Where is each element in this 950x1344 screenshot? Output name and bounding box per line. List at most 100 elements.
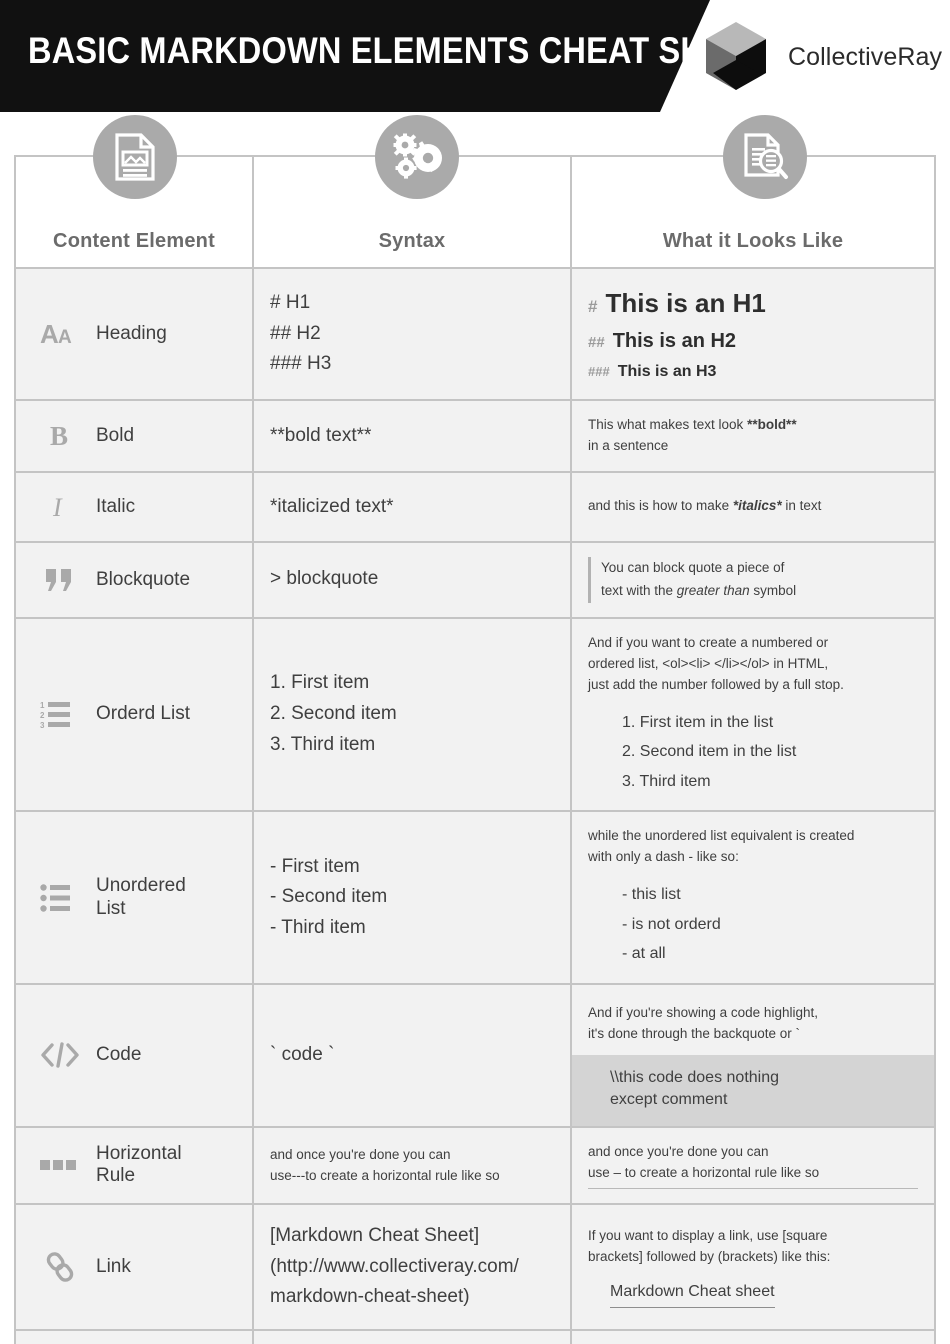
row-syntax-text: [Markdown Cheat Sheet] (http://www.colle… <box>270 1224 519 1308</box>
page-header: BASIC MARKDOWN ELEMENTS CHEAT SHEET Coll… <box>0 0 950 112</box>
row-preview-cell: And if you're showing a code highlight, … <box>572 985 934 1126</box>
row-element-label: Italic <box>96 495 136 517</box>
preview-bold: This what makes text look **bold** in a … <box>588 415 918 457</box>
h3-hash: ### <box>588 364 610 380</box>
row-element-label: Blockquote <box>96 568 191 590</box>
row-syntax-cell: - First item - Second item - Third item <box>254 812 572 983</box>
row-syntax-cell: [Markdown Cheat Sheet] (http://www.colle… <box>254 1204 572 1330</box>
row-element-label: Horizontal Rule <box>96 1142 182 1187</box>
row-element-cell: Horizontal Rule <box>16 1127 254 1203</box>
italic-i-icon: I <box>38 487 82 527</box>
row-element-label: Unordered List <box>96 875 186 919</box>
italic-after: in text <box>781 498 822 514</box>
blockquote-line2-before: text with the <box>601 582 677 598</box>
row-syntax-cell: # H1 ## H2 ### H3 <box>254 269 572 400</box>
row-syntax-cell: *italicized text* <box>254 472 572 541</box>
blockquote-line-1: You can block quote a piece of <box>601 559 785 575</box>
preview-h3: ### This is an H3 <box>588 360 918 385</box>
h2-text: This is an H2 <box>612 330 737 353</box>
row-preview-cell: and this is how to make *italics* in tex… <box>572 473 934 541</box>
blockquote-line-2: text with the greater than symbol <box>601 580 918 603</box>
row-syntax-text: ![alt text](image.jpg) <box>254 1331 570 1344</box>
row-syntax-cell: 1. First item 2. Second item 3. Third it… <box>254 618 572 811</box>
list-item: - at all <box>622 945 666 963</box>
row-syntax-text: - First item - Second item - Third item <box>270 855 388 939</box>
table-row: 1 2 3 Orderd List 1. First item 2. Secon… <box>16 618 934 813</box>
bold-before: This what makes text look <box>588 417 748 433</box>
row-element-label: Orderd List <box>96 703 190 725</box>
brand-name: CollectiveRay <box>788 42 943 71</box>
bold-after: in a sentence <box>588 438 669 454</box>
h1-text: This is an H1 <box>605 288 766 318</box>
preview-code-block: \\this code does nothing except comment <box>572 1054 934 1126</box>
row-preview-cell: Finally, an image is a punctuation mark … <box>572 1331 934 1344</box>
svg-text:3: 3 <box>40 721 45 730</box>
row-element-cell: Unordered List <box>16 812 254 983</box>
row-syntax-cell: and once you're done you can use---to cr… <box>254 1127 572 1203</box>
table-row: B Bold **bold text** This what makes tex… <box>16 401 934 473</box>
table-row: Link [Markdown Cheat Sheet] (http://www.… <box>16 1204 934 1332</box>
italic-before: and this is how to make <box>588 498 733 514</box>
row-preview-cell: # This is an H1 ## This is an H2 ### Thi… <box>572 269 934 399</box>
preview-link-anchor[interactable]: Markdown Cheat sheet <box>610 1280 775 1308</box>
preview-rule-line-1: and once you're done you can <box>588 1143 769 1159</box>
row-element-label: Code <box>96 1044 142 1066</box>
bold-strong: **bold** <box>747 417 797 433</box>
table-row: Code ` code ` And if you're showing a co… <box>16 984 934 1128</box>
row-element-cell: Blockquote <box>16 542 254 617</box>
row-element-cell: Link <box>16 1204 254 1330</box>
row-syntax-cell: > blockquote <box>254 542 572 617</box>
preview-link-intro: If you want to display a link, use [squa… <box>588 1228 831 1265</box>
row-syntax-cell: ` code ` <box>254 984 572 1126</box>
quote-marks-icon <box>38 560 82 600</box>
preview-ordered-items: 1. First item in the list 2. Second item… <box>588 708 918 797</box>
gears-icon <box>375 115 459 199</box>
row-syntax-text: and once you're done you can use---to cr… <box>270 1146 500 1184</box>
preview-code-intro: And if you're showing a code highlight, … <box>588 1004 818 1041</box>
row-syntax-text: *italicized text* <box>270 495 394 517</box>
preview-blockquote: You can block quote a piece of text with… <box>588 556 918 603</box>
table-row: Image ![alt text](image.jpg) Finally, an… <box>16 1331 934 1344</box>
double-a-icon: A A <box>38 314 82 354</box>
table-row: Horizontal Rule and once you're done you… <box>16 1127 934 1205</box>
column-header-label: What it Looks Like <box>662 230 844 252</box>
table-row: A A Heading # H1 ## H2 ### H3 # This is … <box>16 269 934 402</box>
svg-text:2: 2 <box>40 711 45 720</box>
italic-em: *italics* <box>732 498 782 514</box>
ordered-list-icon: 1 2 3 <box>38 695 82 735</box>
svg-text:B: B <box>50 421 68 451</box>
row-element-label: Heading <box>96 322 167 344</box>
row-element-cell: I Italic <box>16 472 254 541</box>
list-item: - is not orderd <box>622 915 721 933</box>
list-item: - this list <box>622 886 681 904</box>
code-brackets-icon <box>38 1035 82 1075</box>
svg-text:1: 1 <box>40 701 45 710</box>
table-row: I Italic *italicized text* and this is h… <box>16 472 934 543</box>
row-preview-cell: If you want to display a link, use [squa… <box>572 1205 934 1329</box>
row-element-cell: Code <box>16 984 254 1126</box>
document-image-icon <box>93 115 177 199</box>
table-row: Unordered List - First item - Second ite… <box>16 812 934 985</box>
row-syntax-cell: ![alt text](image.jpg) <box>254 1331 572 1344</box>
list-item: 2. Second item in the list <box>622 743 797 761</box>
preview-italic: and this is how to make *italics* in tex… <box>588 496 918 517</box>
chain-link-icon <box>38 1247 82 1287</box>
document-search-icon <box>723 115 807 199</box>
row-preview-cell: And if you want to create a numbered or … <box>572 619 934 811</box>
preview-ordered-intro: And if you want to create a numbered or … <box>588 634 844 692</box>
column-header-label: Content Element <box>53 230 215 252</box>
row-element-cell: 1 2 3 Orderd List <box>16 618 254 811</box>
row-preview-cell: You can block quote a piece of text with… <box>572 543 934 617</box>
row-preview-cell: while the unordered list equivalent is c… <box>572 812 934 983</box>
row-syntax-text: # H1 ## H2 ### H3 <box>270 291 332 375</box>
preview-h1: # This is an H1 <box>588 283 918 323</box>
brand-lockup: CollectiveRay <box>700 20 942 94</box>
page-title: BASIC MARKDOWN ELEMENTS CHEAT SHEET <box>28 30 768 71</box>
preview-unordered-intro: while the unordered list equivalent is c… <box>588 828 855 865</box>
row-element-label: Bold <box>96 424 135 446</box>
cheat-sheet-table: Content Element Syntax What it Looks Lik… <box>14 115 936 1344</box>
h1-hash: # <box>588 297 598 316</box>
row-element-cell: A A Heading <box>16 269 254 400</box>
unordered-list-icon <box>38 878 82 918</box>
horizontal-rule-icon <box>38 1145 82 1185</box>
